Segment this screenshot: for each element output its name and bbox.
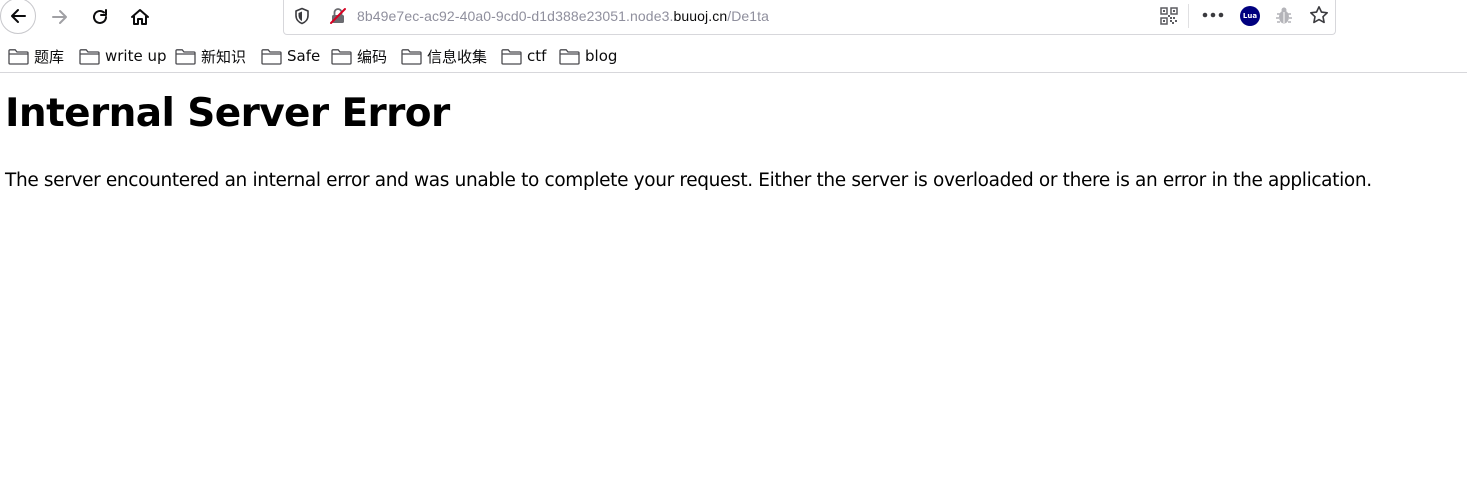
folder-icon <box>331 48 352 65</box>
forward-arrow-icon <box>52 10 67 24</box>
folder-icon <box>261 48 282 65</box>
bookmark-folder-blog[interactable]: blog <box>559 45 617 67</box>
insecure-lock-icon[interactable] <box>329 7 347 25</box>
bookmark-label: 题库 <box>34 47 65 66</box>
bookmark-folder-write-up[interactable]: write up <box>79 45 167 67</box>
reload-button[interactable] <box>81 0 119 34</box>
bookmark-label: 编码 <box>357 47 388 66</box>
shield-icon[interactable] <box>293 7 311 25</box>
bookmark-folder-tiku[interactable]: 题库 <box>8 45 64 67</box>
page-title: Internal Server Error <box>5 91 450 136</box>
bookmark-label: ctf <box>527 47 547 65</box>
folder-icon <box>401 48 422 65</box>
folder-icon <box>8 48 29 65</box>
back-arrow-icon <box>0 0 36 34</box>
folder-icon <box>175 48 196 65</box>
more-dots-icon[interactable] <box>1202 10 1224 20</box>
bookmark-label: write up <box>105 47 167 65</box>
url-text[interactable]: 8b49e7ec-ac92-40a0-9cd0-d1d388e23051.nod… <box>357 8 769 24</box>
home-button[interactable] <box>121 0 159 34</box>
url-bar[interactable]: 8b49e7ec-ac92-40a0-9cd0-d1d388e23051.nod… <box>283 0 1336 35</box>
bookmark-folder-safe[interactable]: Safe <box>261 45 320 67</box>
qr-code-icon[interactable] <box>1160 7 1178 25</box>
url-bar-separator <box>1188 4 1189 28</box>
folder-icon <box>79 48 100 65</box>
url-path: /De1ta <box>727 8 770 24</box>
bug-icon[interactable] <box>1274 6 1294 26</box>
home-icon <box>131 9 149 25</box>
browser-toolbar: 8b49e7ec-ac92-40a0-9cd0-d1d388e23051.nod… <box>0 0 1467 36</box>
lua-extension-icon[interactable]: Lua <box>1240 6 1260 26</box>
bookmark-folder-ctf[interactable]: ctf <box>501 45 546 67</box>
page-content: Internal Server Error The server encount… <box>5 88 1372 191</box>
folder-icon <box>559 48 580 65</box>
bookmark-label: 新知识 <box>201 47 247 66</box>
bookmark-folder-xinxishouji[interactable]: 信息收集 <box>401 45 487 67</box>
star-icon[interactable] <box>1309 5 1329 25</box>
bookmark-folder-xinzhishi[interactable]: 新知识 <box>175 45 246 67</box>
lua-extension-label: Lua <box>1242 12 1258 20</box>
bookmark-folder-bianma[interactable]: 编码 <box>331 45 387 67</box>
error-message: The server encountered an internal error… <box>5 170 1372 191</box>
folder-icon <box>501 48 522 65</box>
bookmark-label: blog <box>585 47 618 65</box>
url-subdomain: 8b49e7ec-ac92-40a0-9cd0-d1d388e23051.nod… <box>357 8 674 24</box>
bookmark-label: 信息收集 <box>427 47 488 66</box>
back-button[interactable] <box>0 0 38 34</box>
bookmark-label: Safe <box>287 47 321 65</box>
forward-button[interactable] <box>41 0 79 34</box>
reload-icon <box>93 9 107 24</box>
url-domain: buuoj.cn <box>673 8 728 24</box>
bookmarks-toolbar: 题库 write up 新知识 Safe 编码 信息收集 ctf blog <box>0 38 1467 73</box>
